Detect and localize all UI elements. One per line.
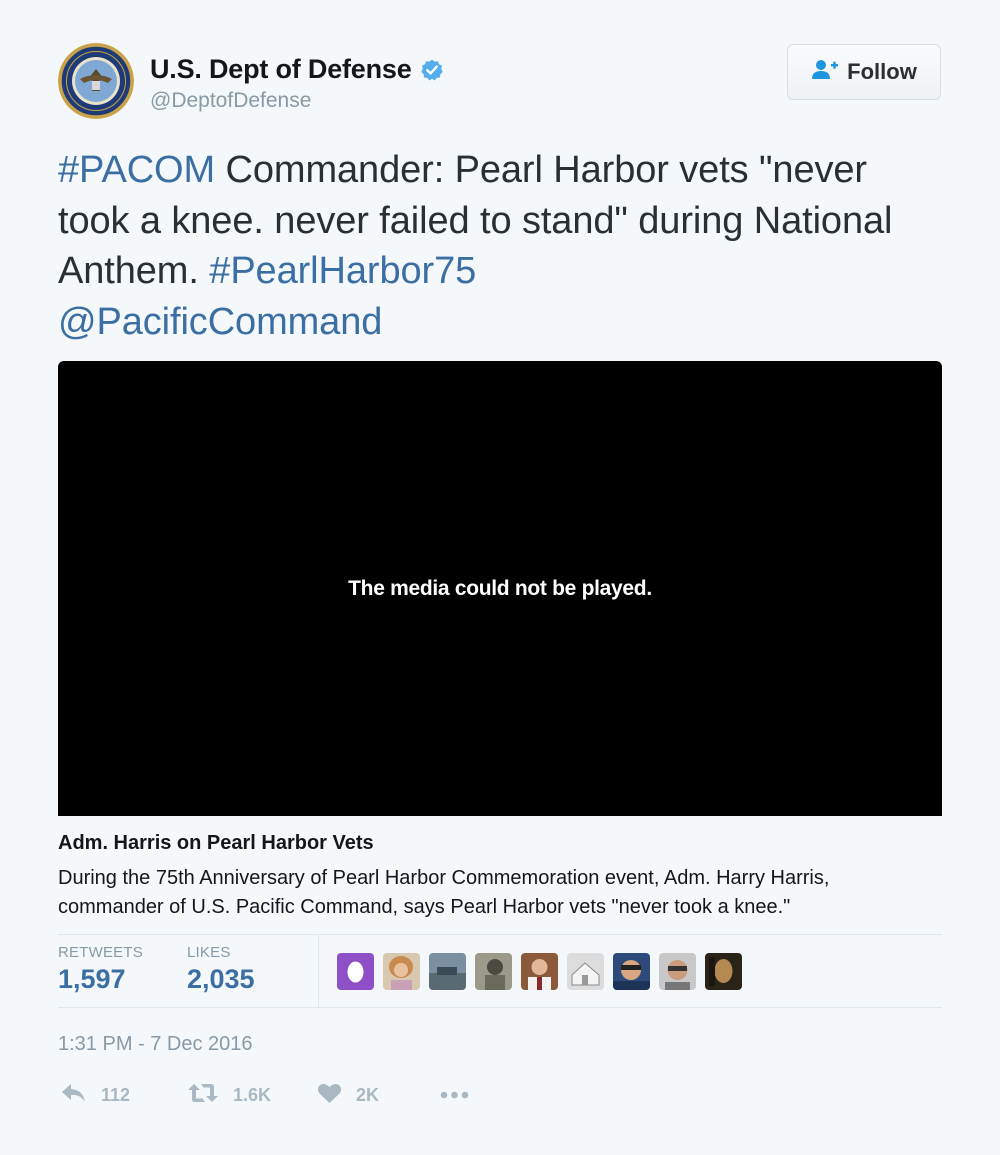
author-avatar[interactable]	[58, 43, 134, 119]
heart-icon	[317, 1082, 342, 1109]
reply-count: 112	[101, 1085, 131, 1105]
stats-separator	[318, 935, 319, 1007]
retweets-label: RETWEETS	[58, 944, 143, 961]
liker-avatar-9[interactable]	[705, 953, 742, 990]
liker-avatar-7[interactable]	[613, 953, 650, 990]
add-user-icon	[811, 59, 839, 86]
retweet-icon	[187, 1082, 219, 1109]
author-name[interactable]: U.S. Dept of Defense	[150, 54, 412, 85]
retweet-count: 1.6K	[233, 1085, 272, 1105]
liker-avatar-egg[interactable]	[337, 953, 374, 990]
likes-stat[interactable]: LIKES 2,035	[187, 944, 255, 995]
tweet-card: U.S. Dept of Defense @DeptofDefense Foll…	[0, 0, 1000, 1155]
mention-pacificcommand[interactable]: @PacificCommand	[58, 301, 382, 343]
like-button[interactable]: 2K	[317, 1082, 379, 1109]
hashtag-pacom[interactable]: #PACOM	[58, 149, 215, 191]
reply-button[interactable]: 112	[60, 1082, 130, 1109]
retweet-button[interactable]: 1.6K	[187, 1082, 271, 1109]
dod-seal-icon	[58, 43, 134, 119]
retweets-stat[interactable]: RETWEETS 1,597	[58, 944, 143, 995]
card-title[interactable]: Adm. Harris on Pearl Harbor Vets	[58, 832, 374, 855]
follow-label: Follow	[847, 59, 917, 84]
liker-avatars	[337, 953, 742, 990]
retweets-value: 1,597	[58, 964, 126, 994]
author-handle[interactable]: @DeptofDefense	[150, 89, 311, 113]
liker-avatar-6[interactable]	[567, 953, 604, 990]
card-description: During the 75th Anniversary of Pearl Har…	[58, 867, 830, 918]
likes-value: 2,035	[187, 964, 255, 994]
tweet-timestamp[interactable]: 1:31 PM - 7 Dec 2016	[58, 1033, 253, 1056]
liker-avatar-5[interactable]	[521, 953, 558, 990]
more-dots-icon	[439, 1082, 471, 1109]
hashtag-pearlharbor75[interactable]: #PearlHarbor75	[209, 250, 476, 292]
liker-avatar-2[interactable]	[383, 953, 420, 990]
follow-button[interactable]: Follow	[787, 44, 941, 100]
liker-avatar-4[interactable]	[475, 953, 512, 990]
reply-icon	[60, 1082, 87, 1109]
media-error-message: The media could not be played.	[348, 576, 652, 600]
stats-top-divider	[58, 934, 942, 935]
like-count: 2K	[356, 1085, 380, 1105]
liker-avatar-3[interactable]	[429, 953, 466, 990]
more-options-button[interactable]	[439, 1082, 471, 1109]
tweet-text: #PACOM Commander: Pearl Harbor vets "nev…	[58, 145, 948, 347]
liker-avatar-8[interactable]	[659, 953, 696, 990]
stats-bottom-divider	[58, 1007, 942, 1008]
video-player[interactable]: The media could not be played.	[58, 361, 942, 816]
verified-badge-icon	[420, 58, 444, 82]
likes-label: LIKES	[187, 944, 231, 961]
author-name-row[interactable]: U.S. Dept of Defense	[150, 54, 444, 85]
